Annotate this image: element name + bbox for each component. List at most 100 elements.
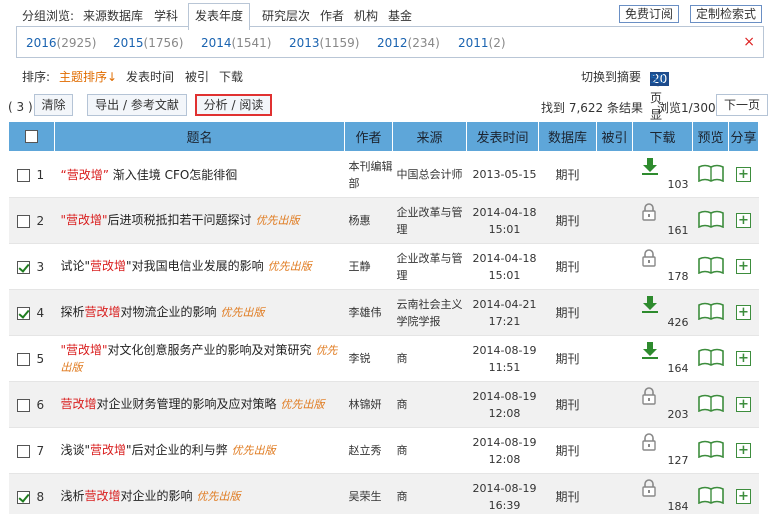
per-page-50[interactable]: 50 — [650, 72, 665, 86]
source-cell[interactable]: 企业改革与管理 — [392, 197, 467, 244]
sort-by-pub-time[interactable]: 发表时间 — [126, 68, 174, 85]
title-text: 探析 — [60, 305, 85, 319]
book-preview-icon[interactable] — [697, 210, 724, 231]
add-share-icon[interactable]: + — [736, 489, 751, 504]
add-share-icon[interactable]: + — [736, 397, 751, 412]
lock-icon[interactable] — [641, 433, 657, 454]
author-cell[interactable]: 李雄伟 — [344, 289, 393, 336]
title-link[interactable]: "营改增"后进项税抵扣若干问题探讨 优先出版 — [61, 213, 300, 227]
group-option-institution[interactable]: 机构 — [354, 7, 378, 24]
group-option-source-db[interactable]: 来源数据库 — [83, 7, 143, 24]
book-preview-icon[interactable] — [697, 302, 724, 323]
lock-icon[interactable] — [641, 479, 657, 500]
switch-to-abstract-link[interactable]: 切换到摘要 — [581, 68, 641, 85]
row-checkbox[interactable] — [16, 214, 30, 228]
title-link[interactable]: 浅析营改增对企业的影响 优先出版 — [61, 489, 241, 503]
author-cell[interactable]: 赵立秀 — [344, 427, 393, 474]
download-icon[interactable] — [641, 295, 659, 316]
source-cell[interactable]: 商 — [392, 335, 467, 382]
group-option-subject[interactable]: 学科 — [154, 7, 178, 24]
header-download[interactable]: 下载 — [632, 121, 693, 152]
book-preview-icon[interactable] — [697, 164, 724, 185]
add-share-icon[interactable]: + — [736, 213, 751, 228]
title-cell: "营改增"对文化创意服务产业的影响及对策研究 优先出版 — [54, 335, 345, 382]
row-checkbox[interactable] — [16, 398, 30, 412]
author-cell[interactable]: 林锦妍 — [344, 381, 393, 428]
row-checkbox[interactable] — [16, 444, 30, 458]
row-checkbox[interactable] — [16, 490, 30, 504]
table-row: 8 浅析营改增对企业的影响 优先出版 吴荣生 商 2014-08-19 16:39… — [8, 473, 759, 514]
row-checkbox[interactable] — [16, 352, 30, 366]
add-share-icon[interactable]: + — [736, 443, 751, 458]
year-filter-box: 2016(2925) 2015(1756) 2014(1541) 2013(11… — [16, 26, 764, 58]
title-link[interactable]: 探析营改增对物流企业的影响 优先出版 — [61, 305, 265, 319]
book-preview-icon[interactable] — [697, 440, 724, 461]
header-time[interactable]: 发表时间 — [466, 121, 539, 152]
source-cell[interactable]: 云南社会主义学院学报 — [392, 289, 467, 336]
add-share-icon[interactable]: + — [736, 167, 751, 182]
row-checkbox[interactable] — [16, 260, 30, 274]
header-title[interactable]: 题名 — [54, 121, 345, 152]
book-preview-icon[interactable] — [697, 348, 724, 369]
source-cell[interactable]: 商 — [392, 381, 467, 428]
download-icon[interactable] — [641, 341, 659, 362]
row-checkbox[interactable] — [16, 168, 30, 182]
year-link-2012[interactable]: 2012(234) — [377, 36, 440, 50]
header-author[interactable]: 作者 — [344, 121, 393, 152]
clear-button[interactable]: 清除 — [34, 94, 73, 116]
author-cell[interactable]: 本刊编辑部 — [344, 151, 393, 198]
year-link-2016[interactable]: 2016(2925) — [26, 36, 96, 50]
group-option-pub-year[interactable]: 发表年度 — [188, 3, 251, 30]
book-preview-icon[interactable] — [697, 486, 724, 507]
title-link[interactable]: 试论"营改增"对我国电信业发展的影响 优先出版 — [61, 259, 312, 273]
select-all-checkbox[interactable] — [25, 130, 38, 143]
export-references-button[interactable]: 导出 / 参考文献 — [87, 94, 187, 116]
close-icon[interactable]: × — [743, 34, 755, 50]
add-share-icon[interactable]: + — [736, 351, 751, 366]
author-cell[interactable]: 王静 — [344, 243, 393, 290]
free-subscribe-button[interactable]: 免费订阅 — [619, 5, 680, 23]
lock-icon[interactable] — [641, 387, 657, 408]
cited-cell — [596, 197, 633, 244]
add-share-icon[interactable]: + — [736, 305, 751, 320]
group-option-fund[interactable]: 基金 — [388, 7, 412, 24]
year-link-2013[interactable]: 2013(1159) — [289, 36, 359, 50]
sort-by-cited[interactable]: 被引 — [185, 68, 209, 85]
next-page-button[interactable]: 下一页 — [716, 94, 768, 116]
author-cell[interactable]: 李锐 — [344, 335, 393, 382]
group-option-research-level[interactable]: 研究层次 — [262, 7, 310, 24]
share-cell: + — [728, 289, 759, 336]
title-link[interactable]: "营改增"对文化创意服务产业的影响及对策研究 优先出版 — [61, 343, 338, 374]
download-icon[interactable] — [641, 157, 659, 178]
header-cited[interactable]: 被引 — [596, 121, 633, 152]
source-cell[interactable]: 商 — [392, 473, 467, 514]
author-cell[interactable]: 杨惠 — [344, 197, 393, 244]
custom-search-button[interactable]: 定制检索式 — [690, 5, 763, 23]
lock-icon[interactable] — [641, 249, 657, 270]
header-db[interactable]: 数据库 — [538, 121, 597, 152]
year-link-2011[interactable]: 2011(2) — [458, 36, 506, 50]
analyze-read-button[interactable]: 分析 / 阅读 — [195, 94, 272, 116]
row-number: 1 — [36, 167, 45, 182]
sort-by-download[interactable]: 下载 — [219, 68, 243, 85]
year-link-2014[interactable]: 2014(1541) — [201, 36, 271, 50]
year-link-2015[interactable]: 2015(1756) — [113, 36, 183, 50]
cited-cell — [596, 151, 633, 198]
source-cell[interactable]: 中国总会计师 — [392, 151, 467, 198]
sort-by-topic[interactable]: 主题排序↓ — [59, 68, 117, 85]
source-cell[interactable]: 企业改革与管理 — [392, 243, 467, 290]
book-preview-icon[interactable] — [697, 394, 724, 415]
source-cell[interactable]: 商 — [392, 427, 467, 474]
book-preview-icon[interactable] — [697, 256, 724, 277]
title-link[interactable]: 浅谈"营改增"后对企业的利与弊 优先出版 — [61, 443, 276, 457]
row-checkbox[interactable] — [16, 306, 30, 320]
title-link[interactable]: “营改增” 渐入佳境 CFO怎能徘徊 — [61, 168, 238, 182]
header-source[interactable]: 来源 — [392, 121, 467, 152]
add-share-icon[interactable]: + — [736, 259, 751, 274]
title-link[interactable]: 营改增对企业财务管理的影响及应对策略 优先出版 — [61, 397, 325, 411]
download-cell: 164 — [632, 335, 693, 382]
lock-icon[interactable] — [641, 203, 657, 224]
author-cell[interactable]: 吴荣生 — [344, 473, 393, 514]
preview-cell — [692, 151, 729, 198]
group-option-author[interactable]: 作者 — [320, 7, 344, 24]
